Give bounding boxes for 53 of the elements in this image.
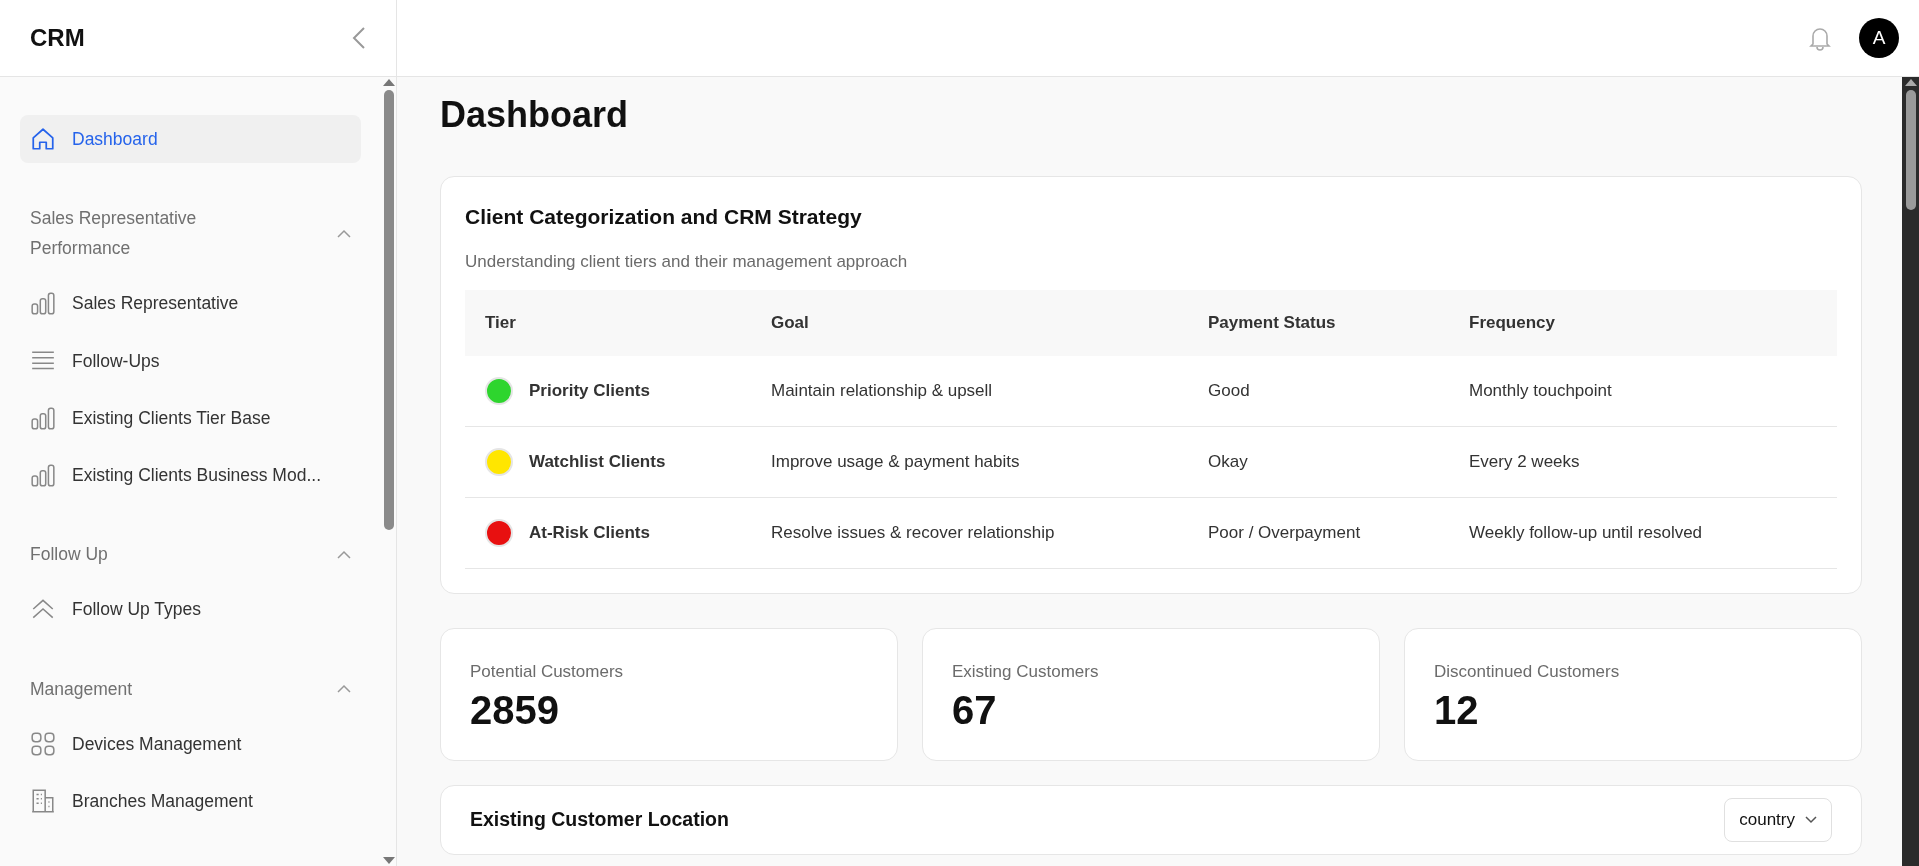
column-header: Goal: [751, 290, 1188, 356]
table-cell-text: Every 2 weeks: [1469, 450, 1580, 473]
collapse-icon[interactable]: [352, 26, 366, 50]
bar-chart-icon: [30, 462, 56, 489]
table-cell-text: At-Risk Clients: [529, 521, 650, 544]
table-cell-text: Maintain relationship & upsell: [771, 379, 993, 402]
stat-value: 67: [952, 688, 998, 733]
table-cell-text: Priority Clients: [529, 379, 650, 402]
bar-chart-icon: [30, 290, 56, 317]
nav-item[interactable]: Dashboard: [20, 115, 361, 164]
page-title: Dashboard: [440, 93, 630, 137]
chevron-up-icon[interactable]: [337, 684, 351, 693]
stat-label: Discontinued Customers: [1434, 660, 1621, 683]
card-subtitle: Understanding client tiers and their management approach: [465, 250, 909, 273]
grid-icon: [30, 730, 56, 757]
column-header: Frequency: [1449, 290, 1837, 356]
table-cell-text: Resolve issues & recover relationship: [771, 521, 1055, 544]
table-cell-text: Okay: [1208, 450, 1248, 473]
chevron-up-icon[interactable]: [337, 228, 351, 238]
nav-item[interactable]: Sales Representative: [20, 279, 361, 328]
nav-item[interactable]: Devices Management: [20, 719, 361, 768]
stat-label: Potential Customers: [470, 660, 625, 683]
stat-value: 12: [1434, 688, 1480, 733]
logo: CRM: [30, 23, 85, 53]
table-cell-text: Monthly touchpoint: [1469, 379, 1612, 402]
nav-item[interactable]: Branches Management: [20, 776, 361, 825]
chevron-up-icon[interactable]: [337, 549, 351, 559]
table-cell-text: Improve usage & payment habits: [771, 450, 1020, 473]
section-title: Sales Representative Performance: [30, 207, 198, 261]
user-avatar[interactable]: A: [1859, 18, 1899, 58]
notification-bell-icon[interactable]: [1809, 25, 1831, 51]
column-header: Tier: [465, 290, 751, 356]
country-dropdown[interactable]: country: [1724, 798, 1832, 842]
card-title: Existing Customer Location: [470, 807, 729, 833]
table-cell-text: Poor / Overpayment: [1208, 521, 1361, 544]
bar-chart-icon: [30, 404, 56, 431]
table-cell-text: Good: [1208, 379, 1250, 402]
stat-label: Existing Customers: [952, 660, 1100, 683]
caret-icon: [1805, 815, 1817, 824]
nav-item[interactable]: Existing Clients Business Mod...: [20, 451, 361, 500]
section-title: Management: [30, 677, 134, 701]
nav-item[interactable]: Follow-Ups: [20, 336, 361, 385]
section-title: Follow Up: [30, 543, 109, 567]
scrollbar[interactable]: [1902, 77, 1919, 866]
home-icon: [30, 126, 56, 153]
stat-value: 2859: [470, 688, 560, 733]
building-icon: [30, 787, 56, 814]
column-header: Payment Status: [1188, 290, 1449, 356]
card-title: Client Categorization and CRM Strategy: [465, 204, 863, 231]
table-cell-text: Watchlist Clients: [529, 450, 666, 473]
nav-item[interactable]: Follow Up Types: [20, 585, 361, 634]
table-cell-text: Weekly follow-up until resolved: [1469, 521, 1703, 544]
nav-item[interactable]: Existing Clients Tier Base: [20, 393, 361, 442]
